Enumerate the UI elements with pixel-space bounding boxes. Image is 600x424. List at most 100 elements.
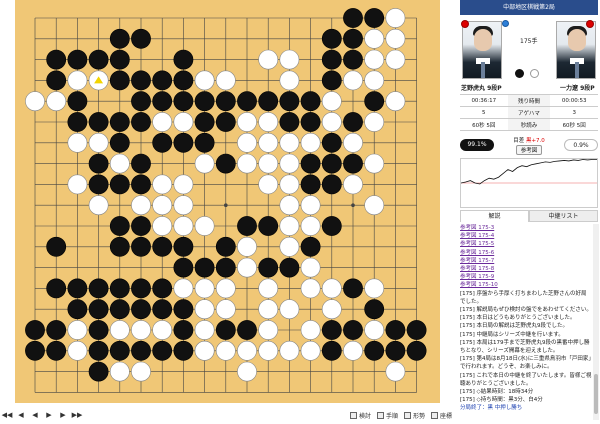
white-stone — [385, 49, 406, 70]
white-stone — [194, 299, 215, 320]
black-stone — [88, 340, 109, 361]
black-stone — [109, 112, 130, 132]
reference-link[interactable]: 参考図 175-3 — [460, 224, 592, 232]
tab-commentary[interactable]: 解説 — [460, 210, 529, 222]
white-stone — [194, 340, 215, 361]
white-stone — [258, 174, 279, 195]
sequence-icon — [376, 411, 384, 419]
back-ten-button[interactable]: ◀ — [14, 411, 28, 419]
comment-line: [175] これで本日の中継を終了いたします。皆様ご視聴ありがとうございました。 — [460, 372, 592, 387]
reference-link[interactable]: 参考図 175-5 — [460, 240, 592, 248]
white-stone — [364, 195, 385, 216]
forward-ten-button[interactable]: ▶ — [56, 411, 70, 419]
white-stone — [258, 278, 279, 299]
black-stone — [343, 278, 363, 299]
tab-relay-list[interactable]: 中継リスト — [529, 210, 598, 222]
reference-link[interactable]: 参考図 175-8 — [460, 265, 592, 273]
match-title: 中部地区棋戦第2局 — [460, 0, 598, 15]
commentary-scrollbar[interactable] — [593, 224, 599, 420]
white-stone — [385, 28, 406, 49]
white-stone — [300, 195, 321, 216]
analysis-button[interactable]: 検討 — [349, 411, 371, 420]
black-stone — [385, 320, 406, 340]
territory-button[interactable]: 形勢 — [403, 411, 425, 420]
white-time-remaining: 00:00:53 — [550, 94, 598, 107]
white-stone — [109, 320, 130, 340]
black-stone — [152, 299, 173, 320]
black-stone — [152, 70, 173, 91]
black-stone — [300, 174, 321, 195]
black-stone — [279, 257, 300, 278]
black-stone — [237, 320, 257, 340]
white-stone — [194, 320, 215, 340]
white-stone — [279, 195, 300, 216]
white-stone — [364, 112, 385, 132]
black-stone — [88, 49, 109, 70]
white-stone — [258, 299, 279, 320]
black-stone — [152, 278, 173, 299]
reference-link[interactable]: 参考図 175-4 — [460, 232, 592, 240]
black-stone — [131, 299, 151, 320]
white-stone — [152, 195, 173, 216]
byoyomi-label: 秒読み — [507, 118, 551, 131]
scrollbar-thumb[interactable] — [594, 374, 598, 414]
reference-diagram-button[interactable]: 参考図 — [515, 145, 543, 155]
star-point — [351, 203, 355, 207]
white-stone — [46, 91, 67, 112]
previous-move-button[interactable]: ◀ — [28, 411, 42, 419]
white-stone — [385, 8, 406, 28]
comment-line: [175] ◇持ち時間：黒3分、白4分 — [460, 397, 543, 404]
white-stone — [300, 132, 321, 153]
white-stone — [215, 299, 236, 320]
reference-link[interactable]: 参考図 175-10 — [460, 281, 592, 289]
black-stone — [131, 278, 151, 299]
reference-link[interactable]: 参考図 175-6 — [460, 249, 592, 257]
black-stone — [194, 132, 215, 153]
black-stone — [215, 112, 236, 132]
black-stone — [46, 320, 67, 340]
black-time-remaining: 00:36:17 — [460, 94, 508, 107]
black-stone — [258, 91, 279, 112]
white-stone — [152, 216, 173, 236]
white-stone — [300, 340, 321, 361]
white-stone — [88, 132, 109, 153]
white-stone — [364, 278, 385, 299]
first-move-button[interactable]: ◀◀ — [0, 411, 14, 419]
black-stone — [109, 278, 130, 299]
last-move-button[interactable]: ▶▶ — [70, 411, 84, 419]
black-stone — [67, 91, 88, 112]
black-stone — [237, 91, 257, 112]
black-stone — [67, 112, 88, 132]
black-stone — [237, 216, 257, 236]
next-move-button[interactable]: ▶ — [42, 411, 56, 419]
coordinates-button[interactable]: 座標 — [430, 411, 452, 420]
coordinates-label: 座標 — [439, 412, 452, 420]
black-stone — [25, 320, 45, 340]
go-board[interactable] — [15, 0, 440, 403]
black-stone — [152, 236, 173, 257]
black-stone — [279, 91, 300, 112]
sequence-button[interactable]: 手順 — [376, 411, 398, 420]
territory-label: 形勢 — [412, 412, 425, 420]
black-stone — [88, 112, 109, 132]
go-board-area[interactable] — [15, 0, 440, 403]
white-stone — [88, 195, 109, 216]
white-stone — [215, 278, 236, 299]
score-label: 目差 — [513, 138, 525, 144]
reference-link[interactable]: 参考図 175-7 — [460, 257, 592, 265]
comment-line: [175] 本日はどうもありがとうございました。 — [460, 315, 576, 322]
reference-link[interactable]: 参考図 175-9 — [460, 273, 592, 281]
white-stone — [258, 49, 279, 70]
white-stone — [279, 49, 300, 70]
white-stone — [300, 216, 321, 236]
white-stone — [279, 70, 300, 91]
captures-label: アゲハマ — [507, 106, 551, 119]
black-stone — [279, 112, 300, 132]
black-stone — [173, 320, 194, 340]
black-stone — [152, 132, 173, 153]
black-stone — [385, 340, 406, 361]
black-stone — [300, 236, 321, 257]
white-stone — [173, 278, 194, 299]
comment-line: [175] 中継局はシリーズ中継を行います。 — [460, 331, 564, 338]
white-stone — [131, 195, 151, 216]
